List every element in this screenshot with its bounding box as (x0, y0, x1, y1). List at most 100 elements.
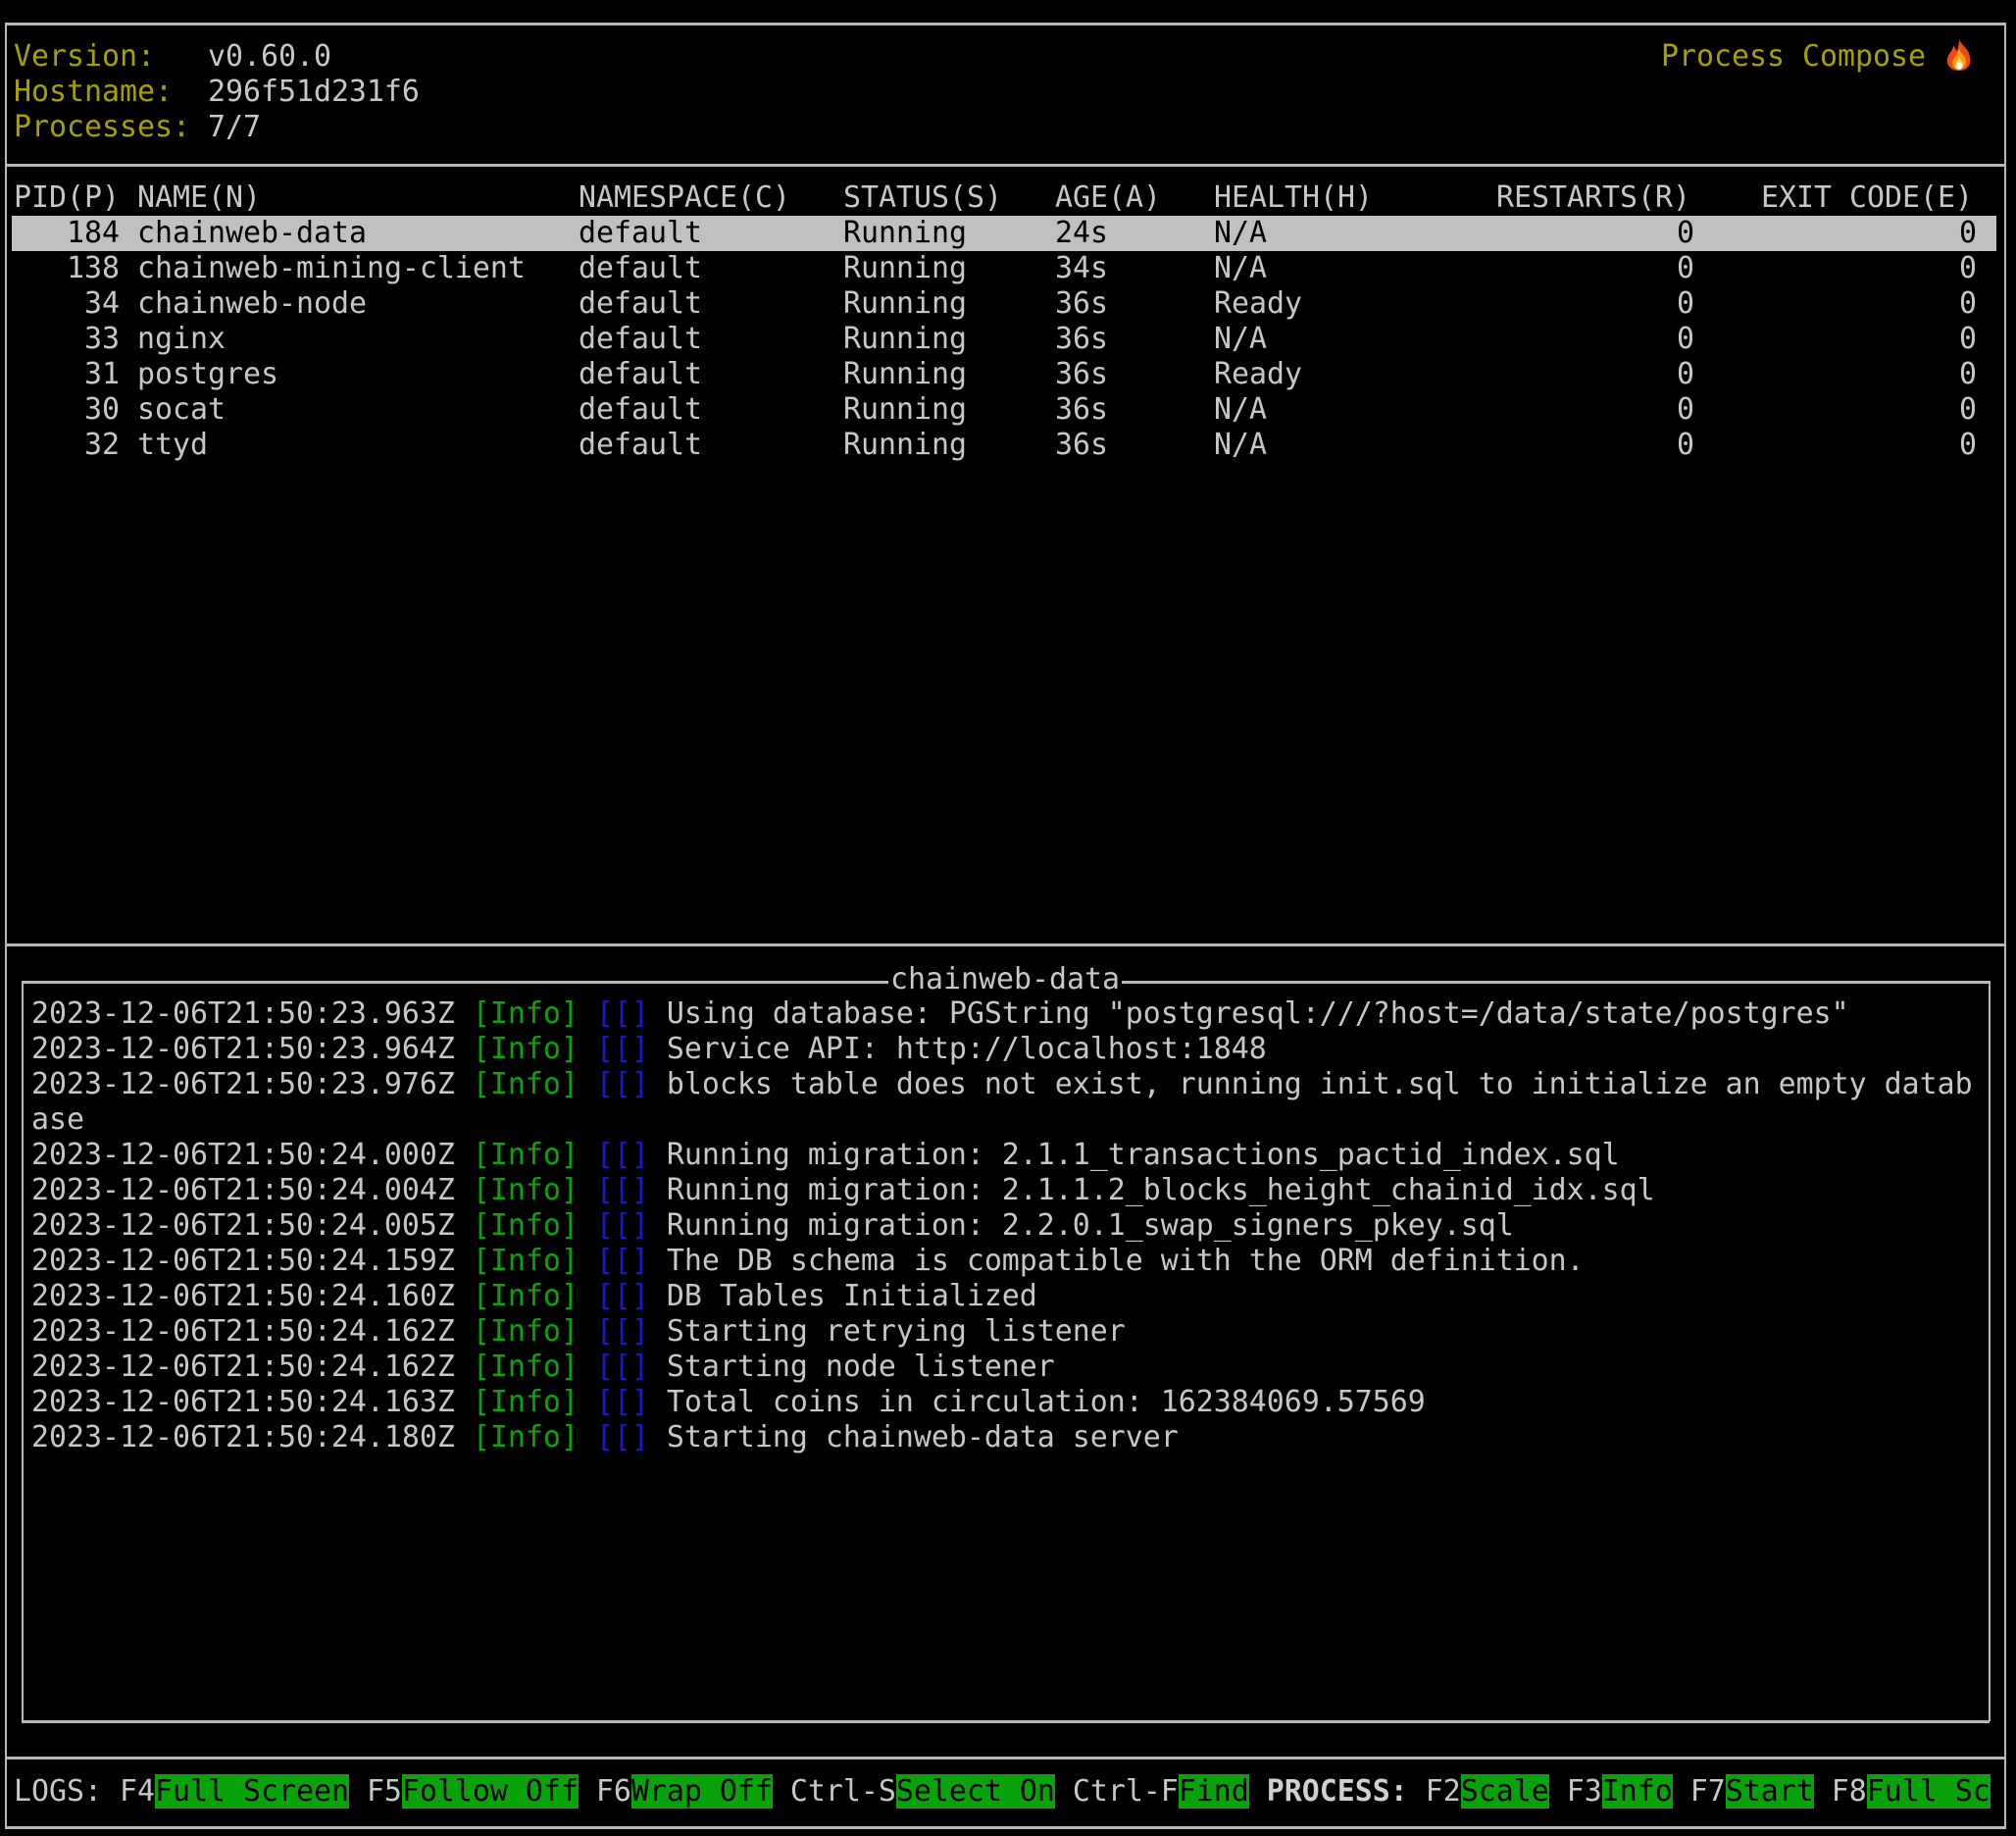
cell-name: chainweb-mining-client (137, 251, 526, 285)
shortcut-key: F3 (1566, 1774, 1602, 1809)
log-message: blocks table does not exist, running ini… (666, 1067, 1973, 1101)
column-header-age[interactable]: AGE(A) (1055, 180, 1161, 216)
log-context: [[] (595, 1067, 649, 1101)
log-level: [Info] (472, 1138, 579, 1172)
shortcut-select-on[interactable]: Ctrl-SSelect On (790, 1774, 1055, 1809)
shortcut-full-sc[interactable]: F8Full Sc (1832, 1774, 1991, 1809)
cell-namespace: default (579, 428, 702, 462)
log-line: 2023-12-06T21:50:23.976Z [Info] [[] bloc… (31, 1067, 1973, 1102)
cell-age: 36s (1055, 392, 1108, 427)
cell-restarts: 0 (1677, 286, 1694, 321)
cell-name: chainweb-node (137, 286, 367, 321)
table-row[interactable]: 30 socat default Running 36s N/A 0 0 (12, 392, 1996, 428)
cell-status: Running (843, 357, 967, 391)
log-timestamp: 2023-12-06T21:50:24.000Z (31, 1138, 455, 1172)
processes-label: Processes: (14, 110, 190, 144)
table-row[interactable]: 184 chainweb-data default Running 24s N/A 0 0 (12, 216, 1996, 251)
table-row[interactable]: 138 chainweb-mining-client default Running 3… (12, 251, 1996, 286)
version-row: Version: v0.60.0 (14, 39, 331, 75)
table-row[interactable]: 34 chainweb-node default Running 36s Ready 0 0 (12, 286, 1996, 322)
cell-status: Running (843, 322, 967, 356)
cell-restarts: 0 (1677, 428, 1694, 462)
shortcut-key: Ctrl-F (1072, 1774, 1179, 1809)
log-message: Starting retrying listener (666, 1314, 1126, 1349)
cell-name: ttyd (137, 428, 208, 462)
column-header-pid[interactable]: PID(P) (14, 180, 120, 216)
log-line: 2023-12-06T21:50:24.005Z [Info] [[] Runn… (31, 1208, 1514, 1244)
log-message: Using database: PGString "postgresql:///… (666, 996, 1849, 1031)
log-timestamp: 2023-12-06T21:50:24.180Z (31, 1420, 455, 1454)
cell-namespace: default (579, 357, 702, 391)
cell-age: 36s (1055, 322, 1108, 356)
cell-age: 34s (1055, 251, 1108, 285)
cell-exit-code: 0 (1959, 357, 1977, 391)
column-header-health[interactable]: HEALTH(H) (1214, 180, 1373, 216)
table-row[interactable]: 33 nginx default Running 36s N/A 0 0 (12, 322, 1996, 357)
shortcut-follow-off[interactable]: F5Follow Off (367, 1774, 579, 1809)
app-title: Process Compose (1661, 39, 1926, 74)
hostname-label: Hostname: (14, 75, 173, 109)
cell-exit-code: 0 (1959, 322, 1977, 356)
frame-left-border (5, 23, 7, 1829)
log-timestamp: 2023-12-06T21:50:24.162Z (31, 1350, 455, 1384)
cell-pid: 138 (67, 251, 120, 285)
log-level: [Info] (472, 1244, 579, 1278)
log-level: [Info] (472, 1314, 579, 1349)
log-message: Service API: http://localhost:1848 (666, 1032, 1267, 1066)
shortcut-find[interactable]: Ctrl-FFind (1073, 1774, 1249, 1809)
shortcut-action: Follow Off (401, 1774, 579, 1809)
shortcut-wrap-off[interactable]: F6Wrap Off (596, 1774, 773, 1809)
column-header-name[interactable]: NAME(N) (137, 180, 261, 216)
column-header-exit-code[interactable]: EXIT CODE(E) (1761, 180, 1973, 216)
log-timestamp: 2023-12-06T21:50:23.976Z (31, 1067, 455, 1101)
log-context: [[] (595, 1350, 649, 1384)
cell-age: 36s (1055, 428, 1108, 462)
cell-status: Running (843, 251, 967, 285)
shortcut-key: F2 (1425, 1774, 1461, 1809)
shortcut-action: Select On (895, 1774, 1055, 1809)
cell-restarts: 0 (1677, 322, 1694, 356)
column-header-restarts[interactable]: RESTARTS(R) (1496, 180, 1690, 216)
hostname-row: Hostname: 296f51d231f6 (14, 75, 420, 110)
log-level: [Info] (472, 1279, 579, 1313)
cell-exit-code: 0 (1959, 251, 1977, 285)
cell-name: chainweb-data (137, 216, 367, 250)
shortcut-info[interactable]: F3Info (1567, 1774, 1673, 1809)
cell-namespace: default (579, 286, 702, 321)
cell-age: 36s (1055, 286, 1108, 321)
shortcut-action: Full Screen (154, 1774, 349, 1809)
logs-section-label: LOGS: (14, 1774, 102, 1809)
column-header-status[interactable]: STATUS(S) (843, 180, 1002, 216)
cell-pid: 30 (84, 392, 120, 427)
log-timestamp: 2023-12-06T21:50:24.004Z (31, 1173, 455, 1207)
shortcut-full-screen[interactable]: F4Full Screen (120, 1774, 349, 1809)
log-line: 2023-12-06T21:50:23.964Z [Info] [[] Serv… (31, 1032, 1267, 1067)
log-context: [[] (595, 1032, 649, 1066)
processes-value: 7/7 (207, 110, 261, 144)
shortcut-key: F6 (595, 1774, 631, 1809)
cell-status: Running (843, 392, 967, 427)
shortcut-scale[interactable]: F2Scale (1426, 1774, 1549, 1809)
shortcut-action: Wrap Off (630, 1774, 773, 1809)
cell-restarts: 0 (1677, 251, 1694, 285)
cell-name: postgres (137, 357, 278, 391)
cell-namespace: default (579, 216, 702, 250)
log-message: Starting chainweb-data server (666, 1420, 1179, 1454)
shortcut-action: Info (1601, 1774, 1673, 1809)
table-header: PID(P) NAME(N) NAMESPACE(C) STATUS(S) AG… (12, 180, 1996, 216)
frame-bottom-border (5, 1826, 2005, 1829)
log-context: [[] (595, 1385, 649, 1419)
cell-exit-code: 0 (1959, 428, 1977, 462)
log-timestamp: 2023-12-06T21:50:24.163Z (31, 1385, 455, 1419)
panel-separator (5, 944, 2005, 946)
shortcut-start[interactable]: F7Start (1690, 1774, 1814, 1809)
table-row[interactable]: 32 ttyd default Running 36s N/A 0 0 (12, 428, 1996, 463)
log-level: [Info] (472, 1067, 579, 1101)
column-header-namespace[interactable]: NAMESPACE(C) (579, 180, 790, 216)
log-level: [Info] (472, 1420, 579, 1454)
table-row[interactable]: 31 postgres default Running 36s Ready 0 0 (12, 357, 1996, 392)
log-line: 2023-12-06T21:50:24.000Z [Info] [[] Runn… (31, 1138, 1620, 1173)
cell-exit-code: 0 (1959, 286, 1977, 321)
log-message: Running migration: 2.1.1.2_blocks_height… (666, 1173, 1655, 1207)
cell-age: 36s (1055, 357, 1108, 391)
